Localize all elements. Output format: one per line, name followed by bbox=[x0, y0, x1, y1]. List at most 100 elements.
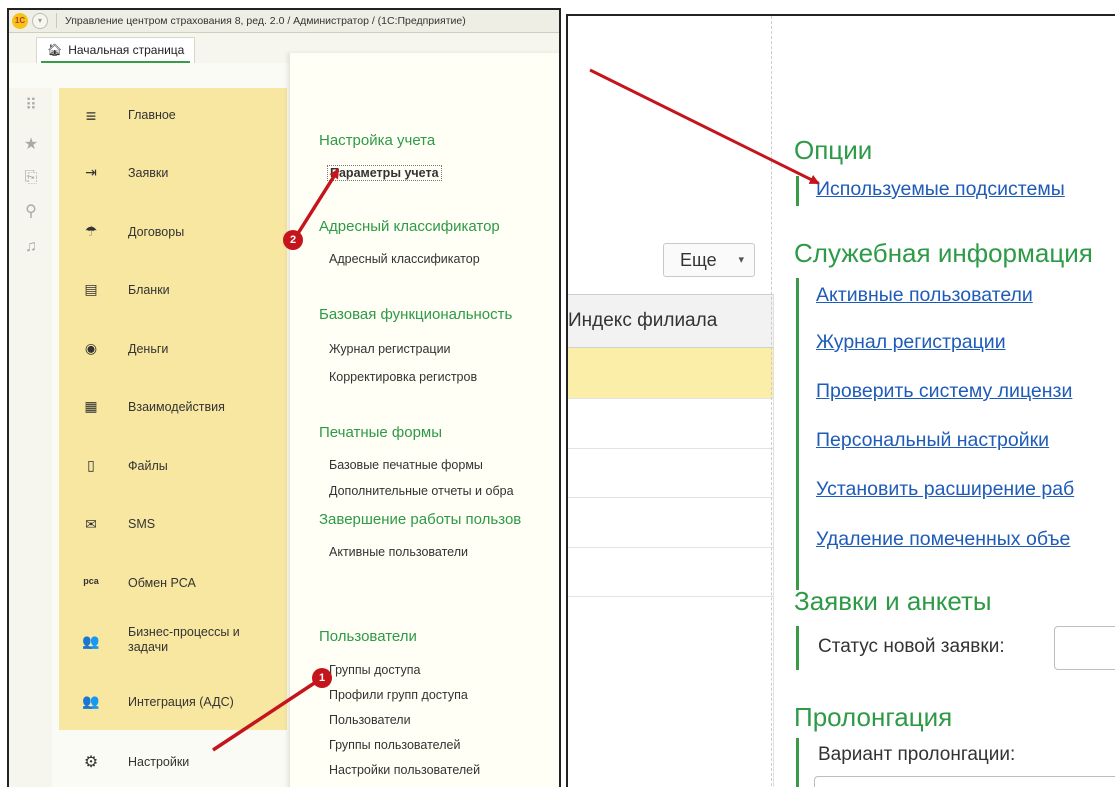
right-screenshot-panel: Еще ▾ Индекс филиала Опции Используемые … bbox=[566, 14, 1115, 787]
apps-grid-icon[interactable]: ⠿ bbox=[21, 96, 41, 116]
link-event-log[interactable]: Журнал регистрации bbox=[816, 331, 1006, 354]
link-personal-settings[interactable]: Персональный настройки bbox=[816, 429, 1049, 452]
history-icon[interactable]: ⎘ bbox=[21, 168, 41, 188]
window-titlebar: 1C ▾ Управление центром страхования 8, р… bbox=[9, 10, 559, 33]
annotation-badge-1: 1 bbox=[312, 668, 332, 688]
menu-item-label: Бланки bbox=[128, 283, 170, 297]
left-screenshot-panel: 1C ▾ Управление центром страхования 8, р… bbox=[7, 8, 561, 787]
group-bar bbox=[796, 278, 799, 590]
link-check-licensing[interactable]: Проверить систему лицензи bbox=[816, 380, 1072, 403]
tab-home-label: Начальная страница bbox=[68, 43, 185, 57]
menu-item-label: Обмен РСА bbox=[128, 576, 196, 590]
menu-item-main[interactable]: ≡ Главное bbox=[59, 88, 287, 146]
submenu-link[interactable]: Группы пользователей bbox=[329, 738, 460, 752]
table-row-divider bbox=[568, 497, 773, 498]
group-bar bbox=[796, 176, 799, 206]
menu-item-label: Взаимодействия bbox=[128, 400, 225, 414]
menu-item-label: Деньги bbox=[128, 342, 169, 356]
menu-item-label: Файлы bbox=[128, 459, 168, 473]
menu-item-sms[interactable]: ✉ SMS bbox=[59, 494, 287, 552]
home-icon: 🏠︎ bbox=[47, 43, 63, 57]
menu-item-business-processes[interactable]: 👥 Бизнес-процессы и задачи bbox=[59, 610, 287, 668]
file-icon: ▯ bbox=[87, 457, 95, 473]
titlebar-separator bbox=[56, 13, 57, 28]
submenu-link[interactable]: Дополнительные отчеты и обра bbox=[329, 484, 514, 498]
submenu-link[interactable]: Адресный классификатор bbox=[329, 252, 480, 266]
submenu-heading: Базовая функциональность bbox=[319, 306, 513, 323]
submenu-link[interactable]: Пользователи bbox=[329, 713, 411, 727]
table-right-border bbox=[773, 294, 774, 787]
link-used-subsystems[interactable]: Используемые подсистемы bbox=[816, 178, 1065, 201]
menu-item-contracts[interactable]: ☂ Договоры bbox=[59, 204, 287, 262]
bell-icon[interactable]: ♫ bbox=[21, 237, 41, 257]
section-heading-prolongation: Пролонгация bbox=[794, 702, 953, 732]
menu-item-requests[interactable]: ⇥ Заявки bbox=[59, 146, 287, 204]
favorites-star-icon[interactable]: ★ bbox=[21, 135, 41, 155]
prolongation-variant-field[interactable] bbox=[814, 776, 1115, 787]
menu-item-label: SMS bbox=[128, 517, 156, 531]
menu-item-label: Интеграция (АДС) bbox=[128, 695, 234, 709]
submenu-heading: Завершение работы пользов bbox=[319, 511, 522, 528]
panel-icon-strip: ⠿ ★ ⎘ ⚲ ♫ bbox=[9, 88, 52, 787]
submenu-heading: Печатные формы bbox=[319, 424, 443, 441]
menu-item-settings[interactable]: ⚙ Настройки bbox=[59, 730, 287, 787]
link-install-extension[interactable]: Установить расширение раб bbox=[816, 478, 1074, 501]
form-icon: ▤ bbox=[84, 281, 98, 297]
users-icon: 👥 bbox=[82, 633, 100, 649]
menu-item-label: Договоры bbox=[128, 225, 185, 239]
field-label-prolongation-variant: Вариант пролонгации: bbox=[818, 744, 1016, 765]
group-bar bbox=[796, 738, 799, 787]
section-heading-service-info: Служебная информация bbox=[794, 238, 1093, 268]
enter-icon: ⇥ bbox=[85, 164, 97, 180]
link-active-users[interactable]: Активные пользователи bbox=[816, 284, 1033, 307]
menu-item-label: Заявки bbox=[128, 166, 169, 180]
pca-icon: pca bbox=[83, 576, 99, 586]
column-divider bbox=[771, 16, 772, 787]
submenu-link[interactable]: Группы доступа bbox=[329, 663, 420, 677]
menu-item-files[interactable]: ▯ Файлы bbox=[59, 436, 287, 494]
submenu-heading: Настройка учета bbox=[319, 132, 436, 149]
submenu-link[interactable]: Журнал регистрации bbox=[329, 342, 451, 356]
submenu-link[interactable]: Настройки пользователей bbox=[329, 763, 480, 777]
submenu-link[interactable]: Корректировка регистров bbox=[329, 370, 477, 384]
envelope-icon: ✉ bbox=[85, 516, 97, 532]
field-label-new-request-status: Статус новой заявки: bbox=[818, 636, 1005, 657]
annotation-badge-2: 2 bbox=[283, 230, 303, 250]
menu-item-integration[interactable]: 👥 Интеграция (АДС) bbox=[59, 668, 287, 726]
group-bar bbox=[796, 626, 799, 670]
submenu-link[interactable]: Активные пользователи bbox=[329, 545, 468, 559]
umbrella-icon: ☂ bbox=[84, 223, 98, 239]
search-icon[interactable]: ⚲ bbox=[21, 202, 41, 222]
users-icon: 👥 bbox=[82, 693, 100, 709]
menu-lines-icon: ≡ bbox=[85, 106, 97, 126]
submenu-link[interactable]: Профили групп доступа bbox=[329, 688, 468, 702]
submenu-heading: Адресный классификатор bbox=[319, 218, 500, 235]
menu-item-label: Бизнес-процессы и задачи bbox=[128, 625, 240, 654]
1c-logo-icon[interactable]: 1C bbox=[12, 13, 28, 29]
submenu-link[interactable]: Базовые печатные формы bbox=[329, 458, 483, 472]
table-row-selected[interactable] bbox=[568, 348, 773, 398]
window-title: Управление центром страхования 8, ред. 2… bbox=[65, 15, 466, 27]
menu-item-label: Главное bbox=[128, 108, 176, 122]
section-heading-requests: Заявки и анкеты bbox=[794, 586, 992, 616]
sections-menu: ≡ Главное ⇥ Заявки ☂ Договоры ▤ Бланки ◉… bbox=[59, 88, 287, 787]
submenu-link-accounting-params[interactable]: Параметры учета bbox=[327, 165, 442, 181]
table-row-divider bbox=[568, 398, 773, 399]
section-heading-options: Опции bbox=[794, 135, 873, 165]
menu-item-blanks[interactable]: ▤ Бланки bbox=[59, 262, 287, 320]
menu-item-interactions[interactable]: ▦ Взаимодействия bbox=[59, 378, 287, 436]
chevron-down-icon: ▾ bbox=[738, 254, 744, 266]
menu-item-label: Настройки bbox=[128, 755, 190, 769]
menu-item-rsa-exchange[interactable]: pca Обмен РСА bbox=[59, 552, 287, 610]
menu-item-money[interactable]: ◉ Деньги bbox=[59, 320, 287, 378]
tab-home[interactable]: 🏠︎ Начальная страница bbox=[36, 37, 196, 63]
new-request-status-field[interactable] bbox=[1054, 626, 1115, 670]
link-delete-marked[interactable]: Удаление помеченных объе bbox=[816, 528, 1070, 551]
table-row-divider bbox=[568, 547, 773, 548]
table-row-divider bbox=[568, 596, 773, 597]
gears-icon: ⚙ bbox=[83, 754, 99, 771]
table-header-branch-index[interactable]: Индекс филиала bbox=[568, 295, 773, 348]
more-button[interactable]: Еще ▾ bbox=[663, 243, 755, 277]
main-menu-dropdown-icon[interactable]: ▾ bbox=[32, 13, 48, 29]
submenu-heading: Пользователи bbox=[319, 628, 417, 645]
